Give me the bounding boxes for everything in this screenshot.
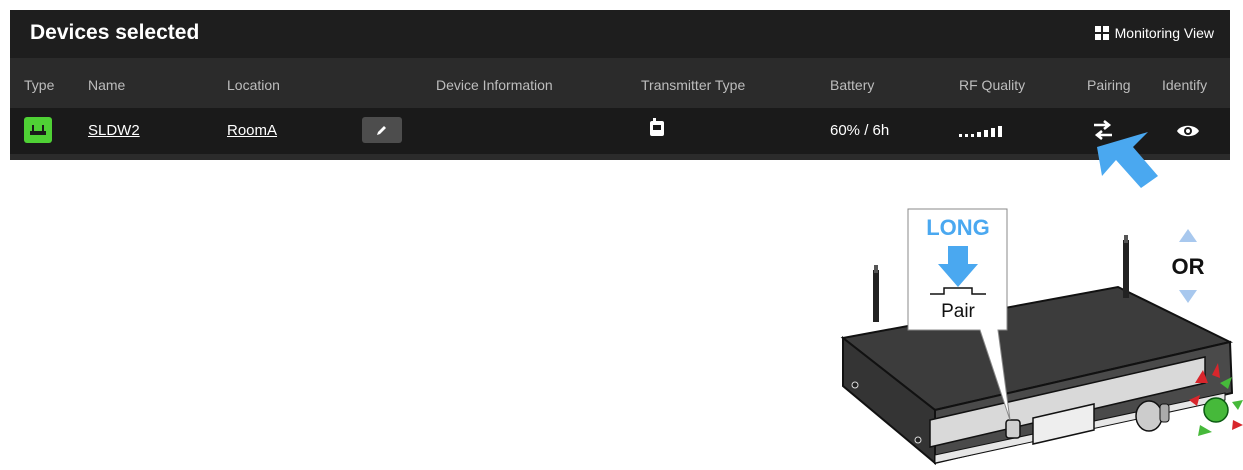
pairing-illustration: LONG Pair OR <box>840 132 1243 466</box>
pointing-arrow <box>1097 132 1158 188</box>
triangle-up-icon <box>1179 229 1197 242</box>
triangle-down-icon <box>1179 290 1197 303</box>
pair-label: Pair <box>941 301 975 322</box>
or-label: OR <box>1172 254 1205 279</box>
long-press-label: LONG <box>926 215 990 240</box>
